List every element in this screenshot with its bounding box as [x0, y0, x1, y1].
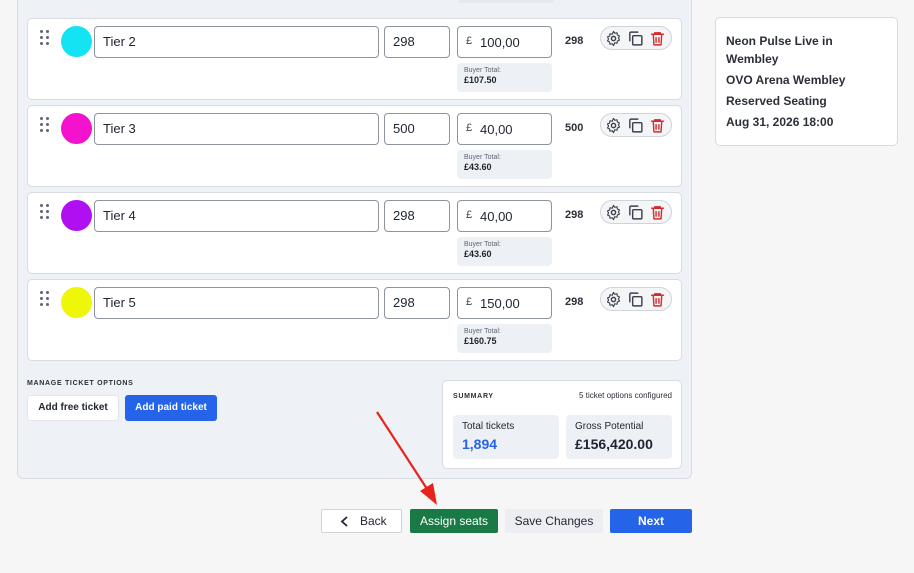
tier-name-input[interactable]: Tier 4	[94, 200, 379, 232]
currency-symbol: £	[466, 35, 473, 47]
copy-icon[interactable]	[627, 204, 644, 221]
buyer-total-value: £43.60	[464, 162, 492, 172]
tier-name-input[interactable]: Tier 3	[94, 113, 379, 145]
tier-price-value: 150,00	[480, 296, 520, 311]
buyer-total-label: Buyer Total:	[464, 67, 501, 74]
buyer-total-label: Buyer Total:	[464, 154, 501, 161]
assign-seats-button[interactable]: Assign seats	[410, 509, 498, 533]
tier-actions	[600, 200, 672, 224]
tier-count: 298	[565, 35, 584, 47]
drag-handle-icon[interactable]	[40, 30, 50, 46]
gross-potential-stat: Gross Potential £156,420.00	[566, 415, 672, 459]
trash-icon[interactable]	[649, 30, 666, 47]
gross-potential-label: Gross Potential	[575, 421, 644, 432]
tier-price-value: 40,00	[480, 122, 513, 137]
buyer-total-box: Buyer Total: £43.60	[457, 237, 552, 266]
tier-count: 500	[565, 122, 584, 134]
tier-price-input[interactable]: £ 40,00	[457, 113, 552, 145]
drag-handle-icon[interactable]	[40, 117, 50, 133]
total-tickets-label: Total tickets	[462, 421, 515, 432]
event-name: Neon Pulse Live in Wembley	[726, 34, 833, 66]
gear-icon[interactable]	[605, 30, 622, 47]
tier-name-input[interactable]: Tier 2	[94, 26, 379, 58]
buyer-total-value: £43.60	[464, 249, 492, 259]
tier-actions	[600, 26, 672, 50]
gear-icon[interactable]	[605, 204, 622, 221]
tier-card: Tier 2 298 £ 100,00 Buyer Total: £107.50…	[27, 18, 682, 100]
summary-card: SUMMARY 5 ticket options configured Tota…	[442, 380, 682, 469]
tier-color-swatch[interactable]	[61, 287, 92, 318]
buyer-total-box: Buyer Total: £160.75	[457, 324, 552, 353]
back-button[interactable]: Back	[321, 509, 402, 533]
panel-top-edge	[458, 0, 554, 3]
buyer-total-label: Buyer Total:	[464, 241, 501, 248]
tier-price-value: 100,00	[480, 35, 520, 50]
tier-price-input[interactable]: £ 150,00	[457, 287, 552, 319]
tier-color-swatch[interactable]	[61, 113, 92, 144]
copy-icon[interactable]	[627, 117, 644, 134]
tier-card: Tier 5 298 £ 150,00 Buyer Total: £160.75…	[27, 279, 682, 361]
save-changes-button[interactable]: Save Changes	[505, 509, 603, 533]
copy-icon[interactable]	[627, 291, 644, 308]
tier-price-input[interactable]: £ 100,00	[457, 26, 552, 58]
manage-ticket-options-heading: MANAGE TICKET OPTIONS	[27, 380, 134, 387]
tier-quantity-input[interactable]: 298	[384, 26, 450, 58]
tier-color-swatch[interactable]	[61, 26, 92, 57]
tier-actions	[600, 287, 672, 311]
event-info-card: Neon Pulse Live in Wembley OVO Arena Wem…	[715, 17, 898, 146]
gear-icon[interactable]	[605, 117, 622, 134]
trash-icon[interactable]	[649, 204, 666, 221]
buyer-total-label: Buyer Total:	[464, 328, 501, 335]
event-datetime: Aug 31, 2026 18:00	[726, 115, 834, 129]
tier-color-swatch[interactable]	[61, 200, 92, 231]
copy-icon[interactable]	[627, 30, 644, 47]
tier-count: 298	[565, 209, 584, 221]
chevron-left-icon	[340, 516, 348, 527]
currency-symbol: £	[466, 296, 473, 308]
gear-icon[interactable]	[605, 291, 622, 308]
tier-actions	[600, 113, 672, 137]
tier-card: Tier 3 500 £ 40,00 Buyer Total: £43.60 5…	[27, 105, 682, 187]
add-free-ticket-button[interactable]: Add free ticket	[27, 395, 119, 421]
drag-handle-icon[interactable]	[40, 204, 50, 220]
buyer-total-box: Buyer Total: £43.60	[457, 150, 552, 179]
total-tickets-value: 1,894	[462, 436, 498, 452]
buyer-total-value: £107.50	[464, 75, 497, 85]
total-tickets-stat: Total tickets 1,894	[453, 415, 559, 459]
buyer-total-box: Buyer Total: £107.50	[457, 63, 552, 92]
add-paid-ticket-button[interactable]: Add paid ticket	[125, 395, 217, 421]
drag-handle-icon[interactable]	[40, 291, 50, 307]
buyer-total-value: £160.75	[464, 336, 497, 346]
trash-icon[interactable]	[649, 117, 666, 134]
next-button[interactable]: Next	[610, 509, 692, 533]
ticket-options-count: 5 ticket options configured	[579, 391, 672, 400]
event-venue: OVO Arena Wembley	[726, 73, 846, 87]
gross-potential-value: £156,420.00	[575, 436, 653, 452]
summary-heading: SUMMARY	[453, 393, 494, 400]
tier-name-input[interactable]: Tier 5	[94, 287, 379, 319]
currency-symbol: £	[466, 122, 473, 134]
tier-quantity-input[interactable]: 500	[384, 113, 450, 145]
tier-count: 298	[565, 296, 584, 308]
back-button-label: Back	[360, 514, 387, 528]
currency-symbol: £	[466, 209, 473, 221]
trash-icon[interactable]	[649, 291, 666, 308]
event-seating-type: Reserved Seating	[726, 94, 827, 108]
tier-price-input[interactable]: £ 40,00	[457, 200, 552, 232]
tier-quantity-input[interactable]: 298	[384, 200, 450, 232]
tier-quantity-input[interactable]: 298	[384, 287, 450, 319]
tier-price-value: 40,00	[480, 209, 513, 224]
tier-card: Tier 4 298 £ 40,00 Buyer Total: £43.60 2…	[27, 192, 682, 274]
